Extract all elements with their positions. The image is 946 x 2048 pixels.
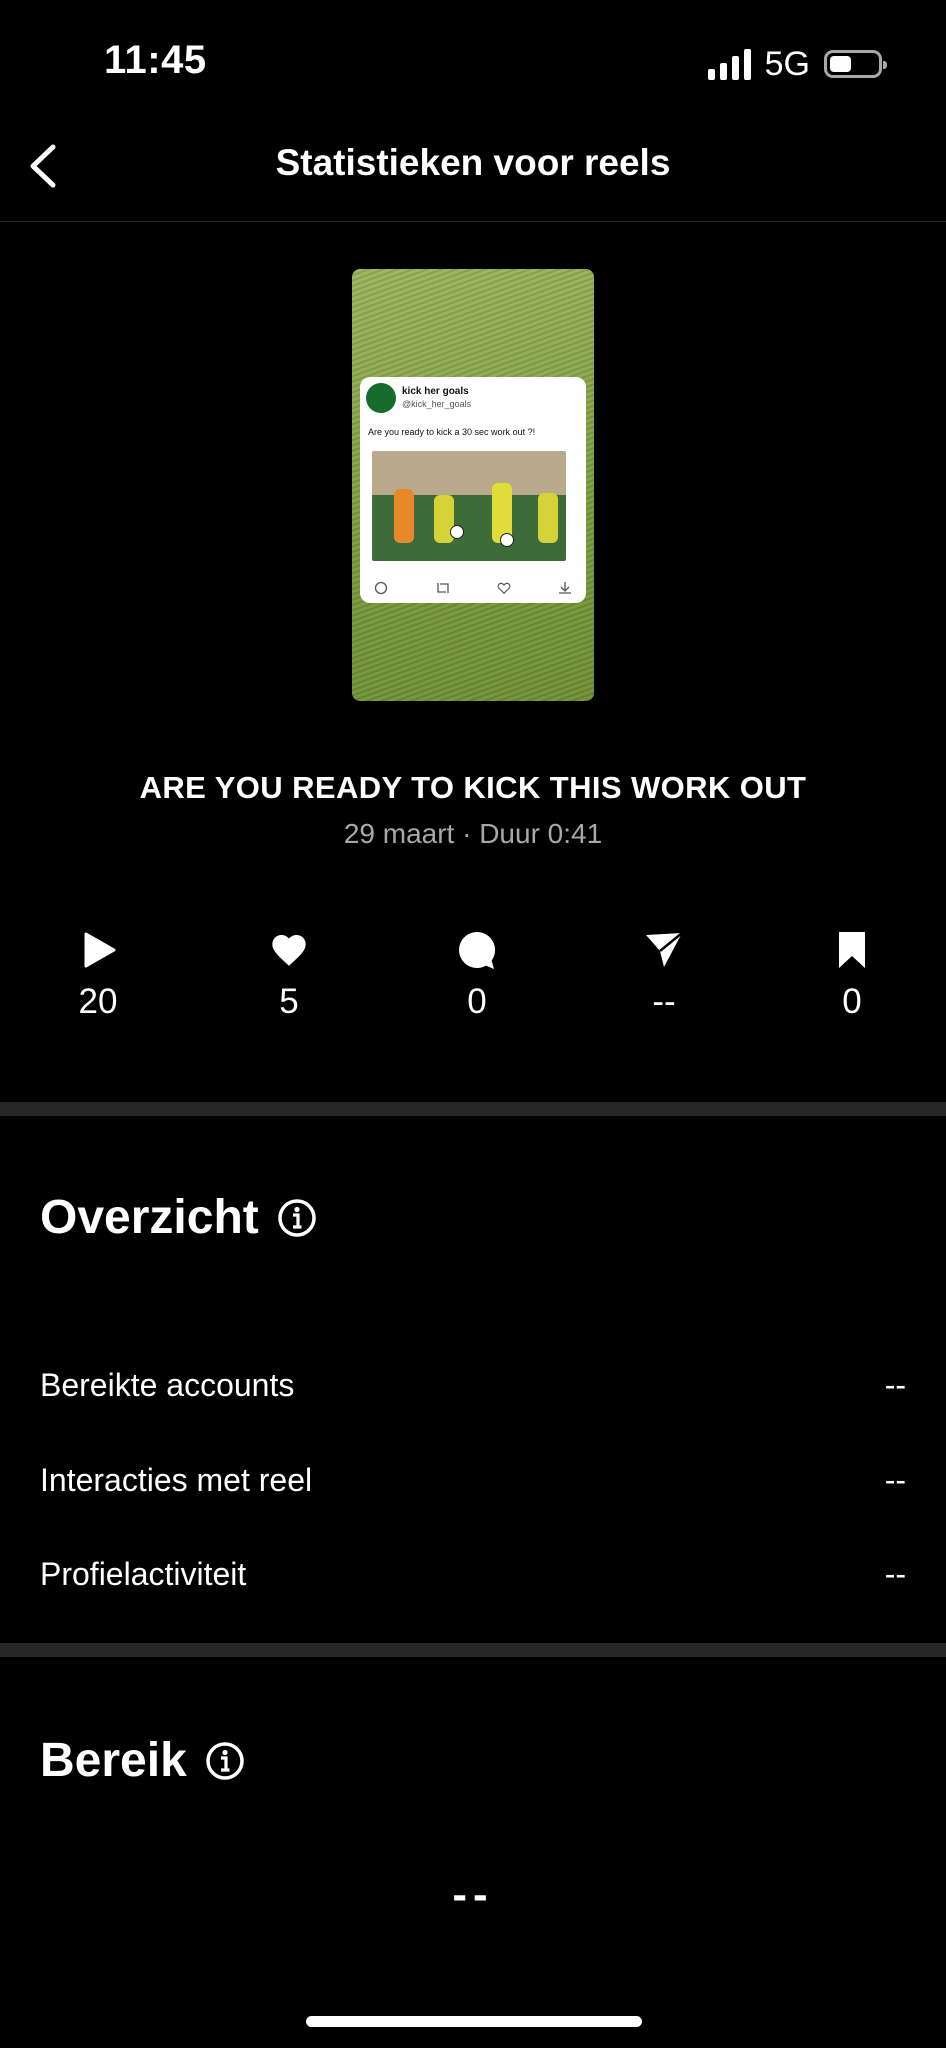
overview-row-reel-interactions[interactable]: Interacties met reel -- [40, 1462, 906, 1499]
bookmark-icon [839, 932, 865, 968]
network-label: 5G [764, 44, 810, 83]
share-icon [646, 932, 683, 967]
reach-value: -- [452, 1870, 494, 1919]
row-value: -- [884, 1367, 906, 1403]
overview-row-reached-accounts[interactable]: Bereikte accounts -- [40, 1367, 906, 1404]
overview-section-title: Overzicht [40, 1190, 317, 1245]
reel-meta: 29 maart · Duur 0:41 [343, 818, 603, 849]
like-icon [497, 582, 511, 595]
overview-title: Overzicht [40, 1191, 259, 1244]
row-value: -- [884, 1462, 906, 1498]
row-label: Bereikte accounts [40, 1367, 295, 1403]
tweet-avatar [366, 383, 396, 413]
home-indicator[interactable] [306, 2016, 642, 2027]
metric-plays[interactable]: 20 [38, 930, 158, 1022]
status-icons: 5G [707, 44, 887, 84]
metric-value: -- [652, 982, 676, 1021]
metric-shares[interactable]: -- [604, 930, 724, 1022]
metric-value: 5 [279, 982, 299, 1021]
retweet-icon [437, 583, 449, 593]
metric-value: 20 [78, 982, 118, 1021]
info-icon[interactable] [277, 1198, 317, 1238]
metric-value: 0 [842, 982, 862, 1021]
tweet-photo [372, 451, 566, 561]
tweet-name: kick her goals [402, 386, 469, 397]
metric-saves[interactable]: 0 [792, 930, 912, 1022]
status-time: 11:45 [104, 38, 207, 82]
page-title: Statistieken voor reels [275, 142, 671, 183]
tweet-handle: @kick_her_goals [402, 399, 472, 409]
row-value: -- [884, 1556, 906, 1592]
reel-preview[interactable]: kick her goals @kick_her_goals Are you r… [352, 269, 594, 701]
download-icon [558, 582, 571, 594]
overview-row-profile-activity[interactable]: Profielactiviteit -- [40, 1556, 906, 1593]
info-icon[interactable] [205, 1741, 245, 1781]
heart-icon [272, 935, 306, 966]
reply-icon [374, 581, 388, 595]
tweet-card: kick her goals @kick_her_goals Are you r… [360, 377, 586, 603]
signal-icon [707, 48, 751, 80]
section-divider [0, 1643, 946, 1657]
play-icon [84, 932, 116, 968]
row-label: Profielactiviteit [40, 1556, 247, 1592]
row-label: Interacties met reel [40, 1462, 313, 1498]
section-divider [0, 1102, 946, 1116]
reach-title: Bereik [40, 1734, 187, 1787]
reach-section-title: Bereik [40, 1733, 245, 1788]
header-divider [0, 221, 946, 222]
metric-value: 0 [467, 982, 487, 1021]
tweet-text: Are you ready to kick a 30 sec work out … [368, 427, 536, 437]
tweet-actions [374, 581, 572, 595]
reel-title: ARE YOU READY TO KICK THIS WORK OUT [139, 770, 807, 805]
comment-icon [459, 931, 496, 969]
metric-likes[interactable]: 5 [229, 930, 349, 1022]
metric-comments[interactable]: 0 [417, 930, 537, 1022]
battery-icon [824, 50, 887, 78]
